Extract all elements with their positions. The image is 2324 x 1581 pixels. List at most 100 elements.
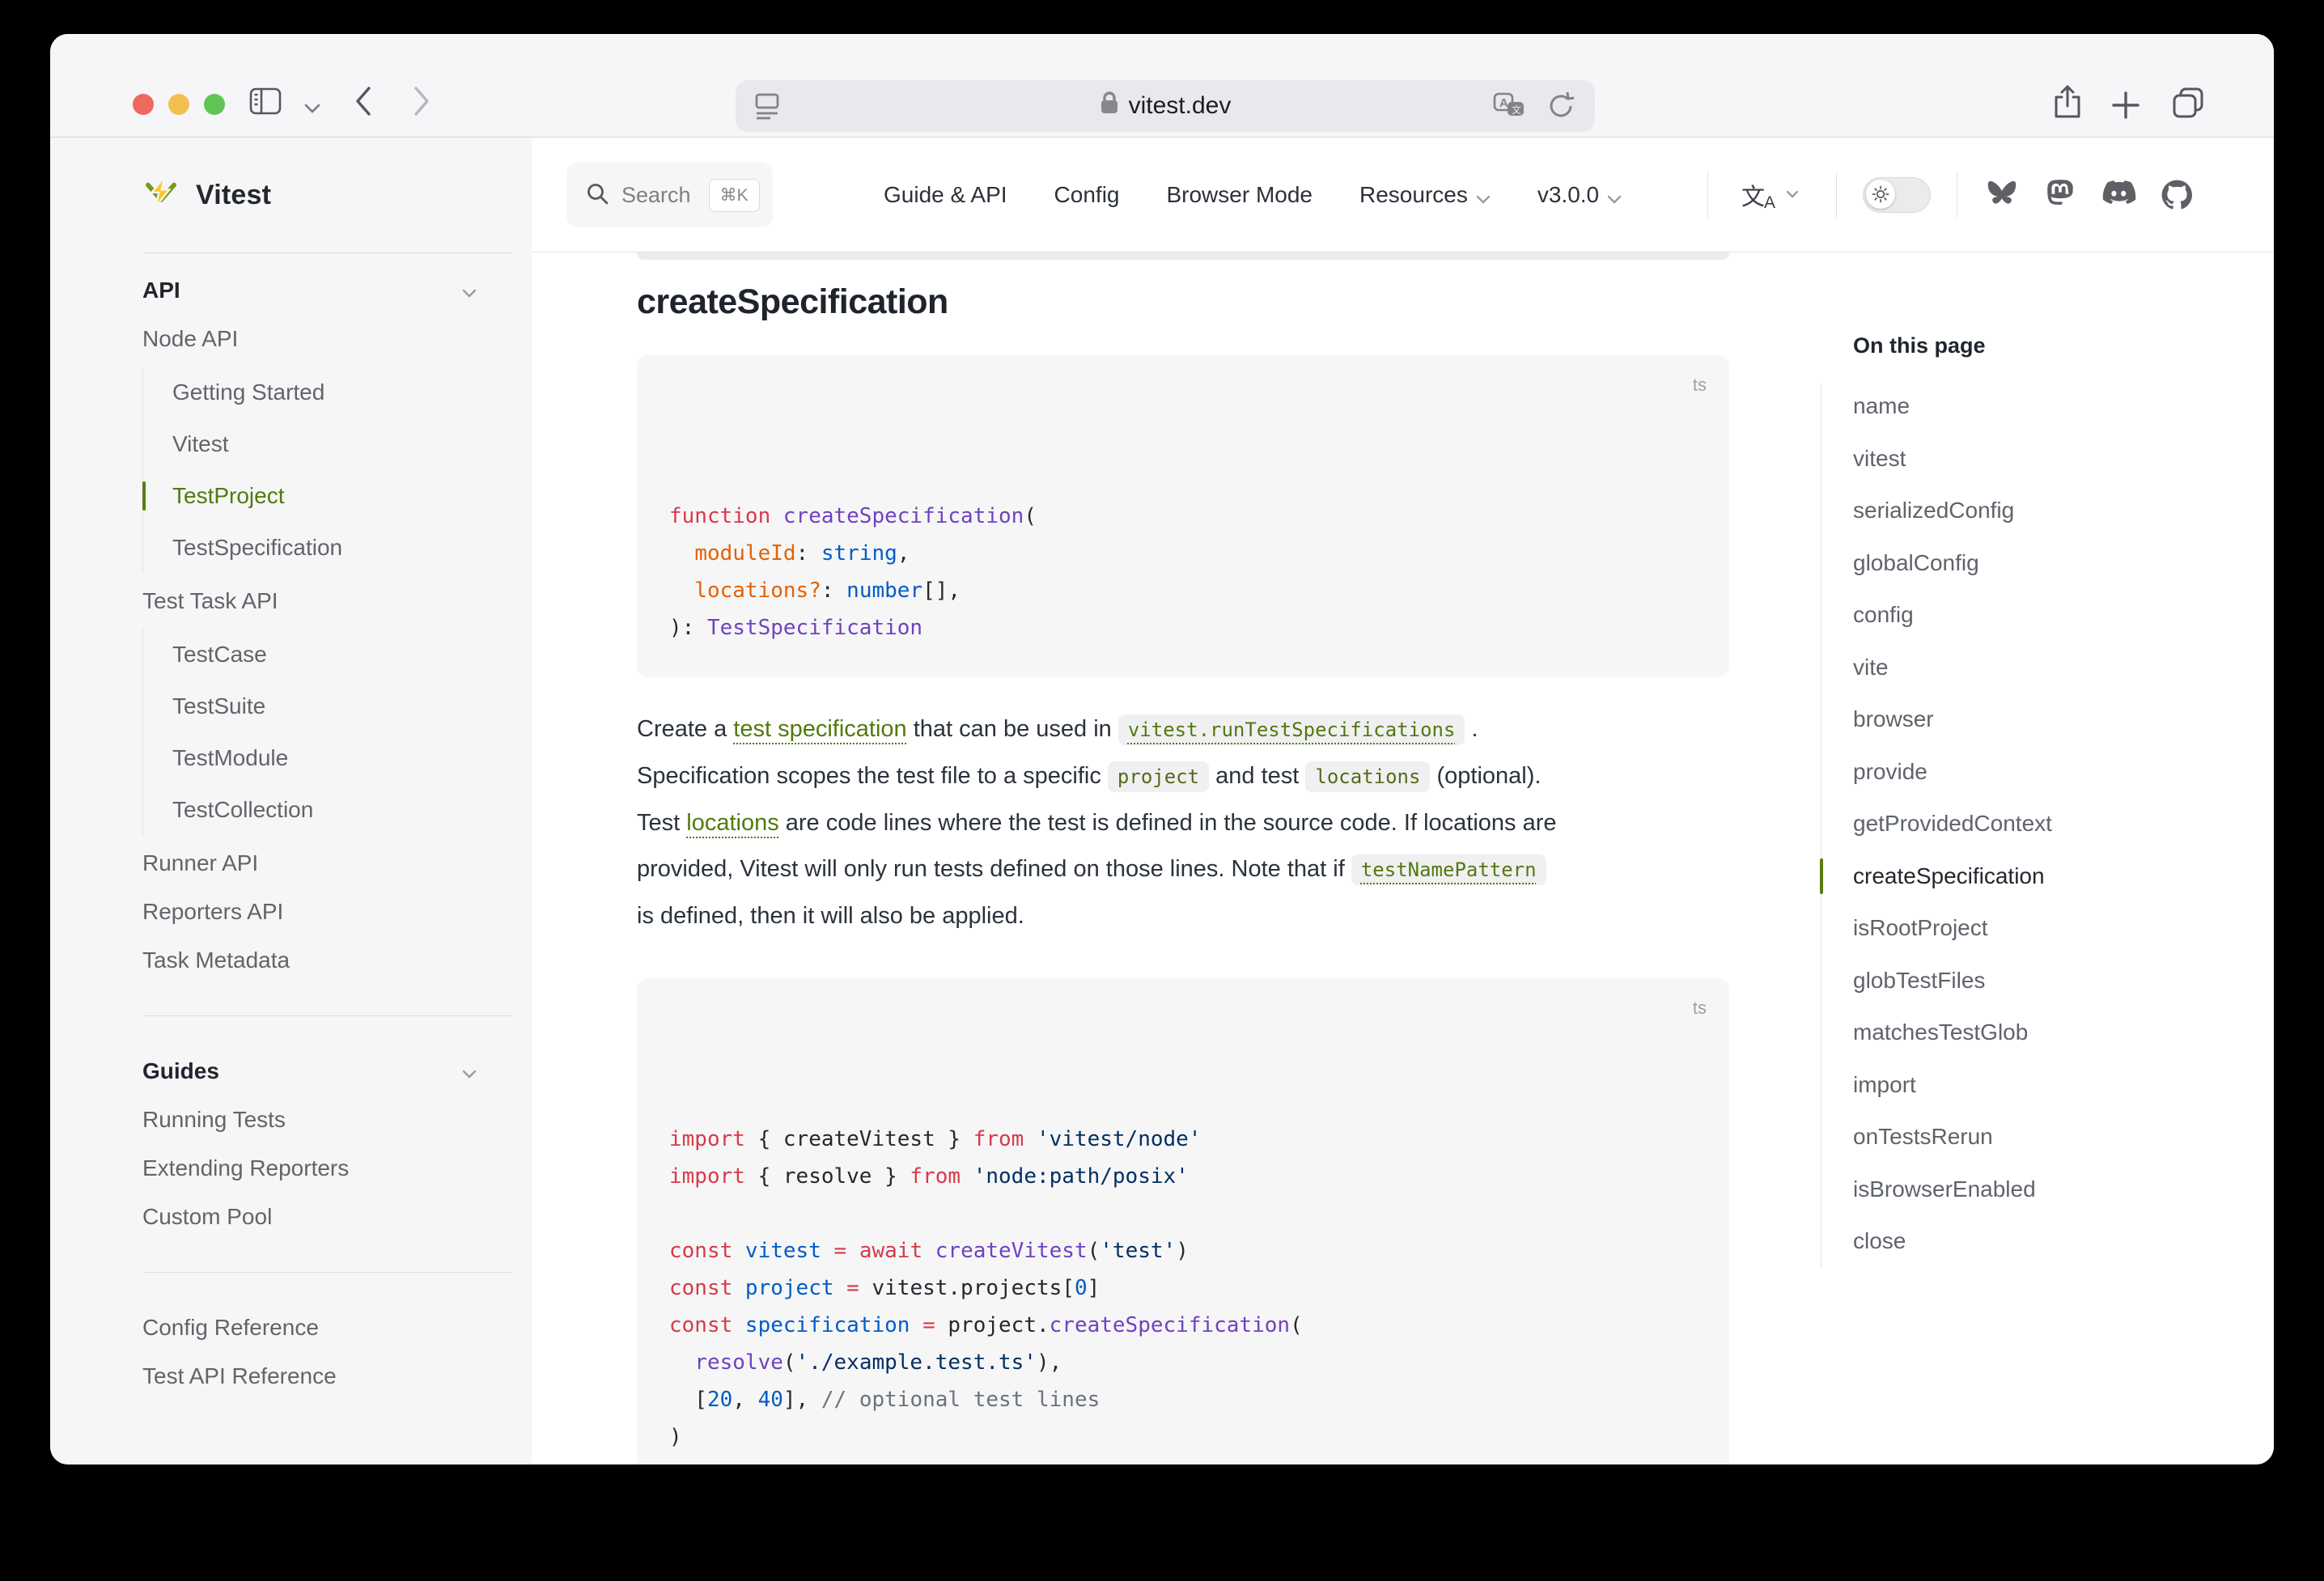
translate-icon[interactable]: A 文 xyxy=(1493,92,1525,126)
new-tab-icon[interactable] xyxy=(2111,91,2140,120)
code-token: specification xyxy=(1126,1462,1291,1464)
sidebar-item-testsuite[interactable]: TestSuite xyxy=(172,680,532,732)
search-button[interactable]: Search ⌘K xyxy=(566,163,773,227)
sidebar-item-node-api[interactable]: Node API xyxy=(142,315,532,363)
sidebar-item-running-tests[interactable]: Running Tests xyxy=(142,1096,532,1144)
outline-item-globtestfiles[interactable]: globTestFiles xyxy=(1853,955,2225,1007)
outline-item-import[interactable]: import xyxy=(1853,1059,2225,1112)
nav-link-resources[interactable]: Resources xyxy=(1359,180,1491,210)
code-token: ): xyxy=(669,616,707,640)
nav-link-label: Config xyxy=(1054,182,1120,208)
nav-link-guide-api[interactable]: Guide & API xyxy=(884,182,1007,208)
nav-link-v3-0-0[interactable]: v3.0.0 xyxy=(1537,180,1622,210)
inline-link[interactable]: locations xyxy=(686,810,778,836)
chevron-down-icon xyxy=(1786,188,1799,202)
sidebar-section-guides[interactable]: Guides xyxy=(142,1047,532,1096)
outline-item-close[interactable]: close xyxy=(1853,1215,2225,1268)
discord-icon[interactable] xyxy=(2101,178,2135,212)
outline-item-matchestestglob[interactable]: matchesTestGlob xyxy=(1853,1007,2225,1059)
search-kbd: ⌘K xyxy=(709,179,760,212)
code-token: ? xyxy=(808,579,821,603)
language-menu[interactable]: 文A xyxy=(1741,138,1799,252)
sidebar-section-api[interactable]: API xyxy=(142,266,532,315)
outline-item-vitest[interactable]: vitest xyxy=(1853,433,2225,485)
mastodon-icon[interactable] xyxy=(2043,178,2077,212)
sidebar-item-runner-api[interactable]: Runner API xyxy=(142,839,532,888)
sidebar-item-testmodule[interactable]: TestModule xyxy=(172,732,532,784)
outline-item-isbrowserenabled[interactable]: isBrowserEnabled xyxy=(1853,1163,2225,1216)
sidebar-item-reporters-api[interactable]: Reporters API xyxy=(142,888,532,936)
code-token: function xyxy=(669,504,783,528)
bluesky-icon[interactable] xyxy=(1985,178,2019,212)
outline-title: On this page xyxy=(1853,333,1986,358)
nav-link-label: v3.0.0 xyxy=(1537,182,1599,208)
logo[interactable]: Vitest xyxy=(142,138,532,252)
nav-link-browser-mode[interactable]: Browser Mode xyxy=(1166,182,1313,208)
inline-code-link[interactable]: testNamePattern xyxy=(1351,854,1546,885)
sidebar-item-config-reference[interactable]: Config Reference xyxy=(142,1303,532,1352)
translate-icon: 文A xyxy=(1741,178,1776,212)
reader-icon[interactable] xyxy=(753,91,781,127)
code-token: from xyxy=(910,1164,961,1189)
sidebar-item-task-metadata[interactable]: Task Metadata xyxy=(142,936,532,985)
code-token: moduleId xyxy=(694,541,795,566)
code-token: 'test' xyxy=(1100,1239,1176,1263)
share-icon[interactable] xyxy=(2051,84,2084,120)
code-block-example[interactable]: ts import { createVitest } from 'vitest/… xyxy=(637,978,1729,1464)
outline-item-globalconfig[interactable]: globalConfig xyxy=(1853,537,2225,590)
chevron-down-icon xyxy=(1607,184,1622,210)
sidebar-toggle-icon[interactable] xyxy=(249,87,282,115)
outline-item-vite[interactable]: vite xyxy=(1853,642,2225,694)
sidebar-item-test-api-reference[interactable]: Test API Reference xyxy=(142,1352,532,1401)
reload-icon[interactable] xyxy=(1546,91,1575,128)
sidebar-item-extending-reporters[interactable]: Extending Reporters xyxy=(142,1144,532,1193)
inline-link[interactable]: test specification xyxy=(733,716,906,742)
outline-item-browser[interactable]: browser xyxy=(1853,693,2225,746)
outline-item-config[interactable]: config xyxy=(1853,589,2225,642)
code-line: ): TestSpecification xyxy=(669,609,1697,646)
forward-icon[interactable] xyxy=(413,86,430,117)
code-token: vitest xyxy=(732,1239,821,1263)
outline-item-provide[interactable]: provide xyxy=(1853,746,2225,799)
code-token: project. xyxy=(948,1313,1049,1337)
github-icon[interactable] xyxy=(2160,178,2194,212)
outline-item-getprovidedcontext[interactable]: getProvidedContext xyxy=(1853,798,2225,850)
sidebar-item-testproject[interactable]: TestProject xyxy=(172,470,532,522)
browser-window: vitest.dev A 文 xyxy=(50,34,2274,1464)
traffic-light-close[interactable] xyxy=(133,94,154,115)
tabs-icon[interactable] xyxy=(2171,86,2205,120)
traffic-light-minimize[interactable] xyxy=(168,94,189,115)
sidebar-item-testcollection[interactable]: TestCollection xyxy=(172,784,532,836)
sidebar-item-custom-pool[interactable]: Custom Pool xyxy=(142,1193,532,1241)
code-block-signature[interactable]: ts function createSpecification( moduleI… xyxy=(637,355,1729,677)
logo-text: Vitest xyxy=(196,180,271,211)
sidebar-item-testspecification[interactable]: TestSpecification xyxy=(172,522,532,574)
svg-text:A: A xyxy=(1499,96,1508,110)
back-icon[interactable] xyxy=(354,86,372,117)
inline-code: project xyxy=(1108,761,1209,792)
code-token: string xyxy=(821,541,897,566)
sidebar-item-vitest[interactable]: Vitest xyxy=(172,418,532,470)
nav-link-label: Resources xyxy=(1359,182,1468,208)
nav-link-config[interactable]: Config xyxy=(1054,182,1120,208)
outline-item-serializedconfig[interactable]: serializedConfig xyxy=(1853,485,2225,537)
inline-code-link[interactable]: vitest.runTestSpecifications xyxy=(1118,714,1465,745)
outline-item-name[interactable]: name xyxy=(1853,380,2225,433)
sidebar-item-test-task-api[interactable]: Test Task API xyxy=(142,577,532,625)
code-line: const project = vitest.projects[0] xyxy=(669,1269,1697,1307)
code-token: runTestSpecifications xyxy=(834,1462,1101,1464)
outline-item-createspecification[interactable]: createSpecification xyxy=(1853,850,2225,903)
nav-link-label: Guide & API xyxy=(884,182,1007,208)
code-line: await vitest.runTestSpecifications([spec… xyxy=(669,1456,1697,1464)
sidebar-item-getting-started[interactable]: Getting Started xyxy=(172,367,532,418)
theme-toggle[interactable] xyxy=(1863,177,1931,213)
sidebar-item-testcase[interactable]: TestCase xyxy=(172,629,532,680)
code-token: ], xyxy=(783,1388,821,1412)
address-bar[interactable]: vitest.dev A 文 xyxy=(736,80,1595,132)
code-token: vitest. xyxy=(732,1462,833,1464)
outline-item-isrootproject[interactable]: isRootProject xyxy=(1853,902,2225,955)
chevron-down-icon[interactable] xyxy=(304,104,320,113)
code-token: ) xyxy=(669,1425,682,1449)
traffic-light-zoom[interactable] xyxy=(204,94,225,115)
outline-item-ontestsrerun[interactable]: onTestsRerun xyxy=(1853,1111,2225,1163)
